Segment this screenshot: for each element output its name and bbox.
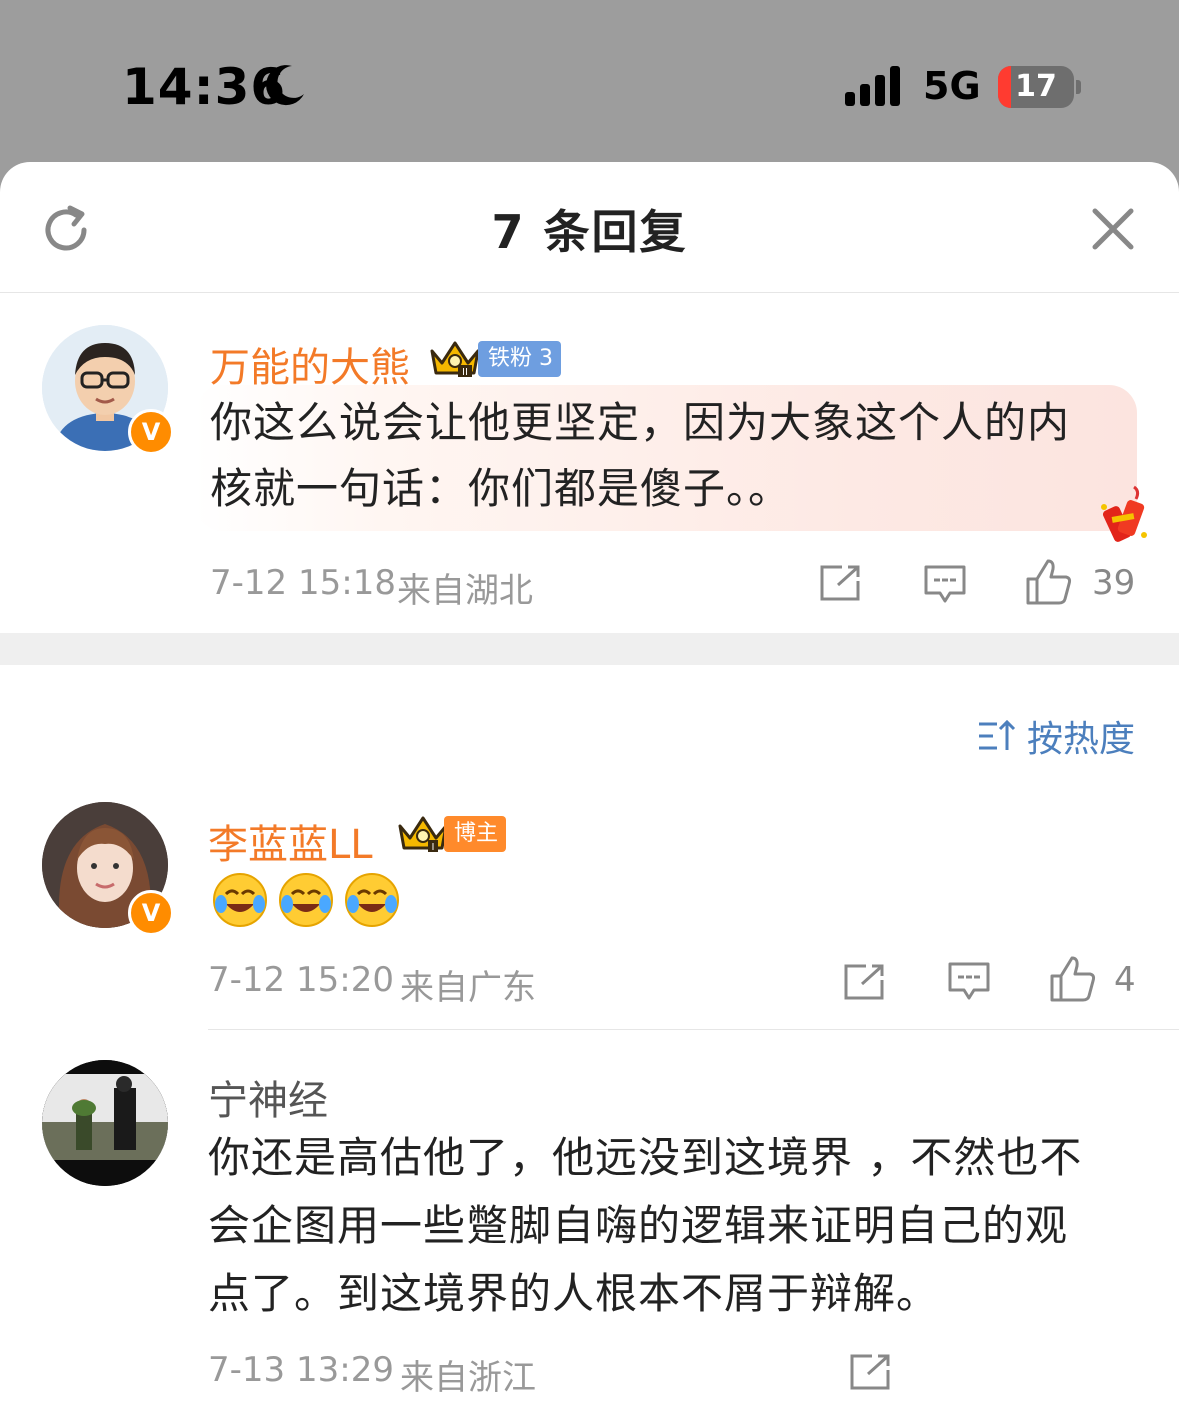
comment-icon[interactable] (946, 960, 992, 1002)
close-icon[interactable] (1090, 206, 1136, 252)
battery-level: 17 (1015, 69, 1057, 104)
replies-sheet: 7 条回复 V 万能的大熊 II 铁粉 3 你这么说会让他更坚定，因为大象这个人… (0, 162, 1179, 1404)
crown-icon: II (430, 341, 480, 378)
laugh-cry-emoji (345, 873, 399, 927)
like-count: 4 (1114, 960, 1136, 1000)
network-label: 5G (923, 64, 981, 108)
laugh-cry-emoji (213, 873, 267, 927)
comment-location: 来自湖北 (397, 571, 533, 611)
like-count: 39 (1092, 563, 1136, 603)
battery-cap (1076, 80, 1081, 94)
avatar[interactable] (42, 1060, 168, 1186)
username[interactable]: 李蓝蓝LL (208, 812, 373, 870)
section-divider (0, 633, 1179, 665)
fan-level-badge: 铁粉 3 (478, 341, 561, 377)
share-icon[interactable] (818, 563, 862, 603)
comment-text-line: 核就一句话：你们都是傻子。。 (210, 464, 792, 513)
sort-toggle[interactable]: 按热度 (977, 710, 1135, 762)
signal-icon (845, 66, 900, 106)
firecracker-icon (1101, 485, 1147, 542)
comment-text-line: 会企图用一些蹩脚自嗨的逻辑来证明自己的观 (208, 1201, 1069, 1250)
sort-label: 按热度 (1026, 719, 1135, 760)
comment-text-line: 你这么说会让他更坚定，因为大象这个人的内 (210, 398, 1071, 447)
share-icon[interactable] (848, 1352, 892, 1392)
comment-location: 来自广东 (400, 968, 536, 1008)
comment-icon[interactable] (922, 563, 968, 605)
username[interactable]: 宁神经 (208, 1068, 328, 1126)
comment-date: 7-12 15:20 (208, 960, 394, 1000)
share-icon[interactable] (842, 962, 886, 1002)
battery-icon: 17 (998, 66, 1074, 108)
root-comment: V 万能的大熊 II 铁粉 3 你这么说会让他更坚定，因为大象这个人的内 核就一… (0, 293, 1179, 633)
comment-text-line: 你还是高估他了，他远没到这境界 ，不然也不 (208, 1133, 1083, 1182)
verified-badge: V (128, 890, 174, 936)
like-icon[interactable] (1048, 954, 1098, 1004)
moon-icon (266, 65, 304, 106)
sort-icon (978, 719, 1016, 750)
fade-overlay (910, 1340, 1179, 1404)
blogger-badge: 博主 (444, 816, 507, 852)
status-bar: 14:36 5G 17 (0, 0, 1179, 170)
svg-text:II: II (462, 367, 468, 378)
like-icon[interactable] (1024, 557, 1074, 607)
avatar-photo (42, 1060, 168, 1186)
comment-location: 来自浙江 (400, 1358, 536, 1398)
svg-text:I: I (432, 842, 435, 853)
laugh-cry-emoji (279, 873, 333, 927)
comment-text-line: 点了。到这境界的人根本不屑于辩解。 (208, 1269, 940, 1318)
comment-date: 7-13 13:29 (208, 1350, 394, 1390)
reply-separator (208, 1029, 1179, 1030)
verified-badge: V (128, 409, 174, 455)
crown-icon: I (398, 816, 448, 853)
sheet-header: 7 条回复 (0, 162, 1179, 293)
comment-date: 7-12 15:18 (210, 563, 396, 603)
sheet-title: 7 条回复 (491, 205, 688, 259)
